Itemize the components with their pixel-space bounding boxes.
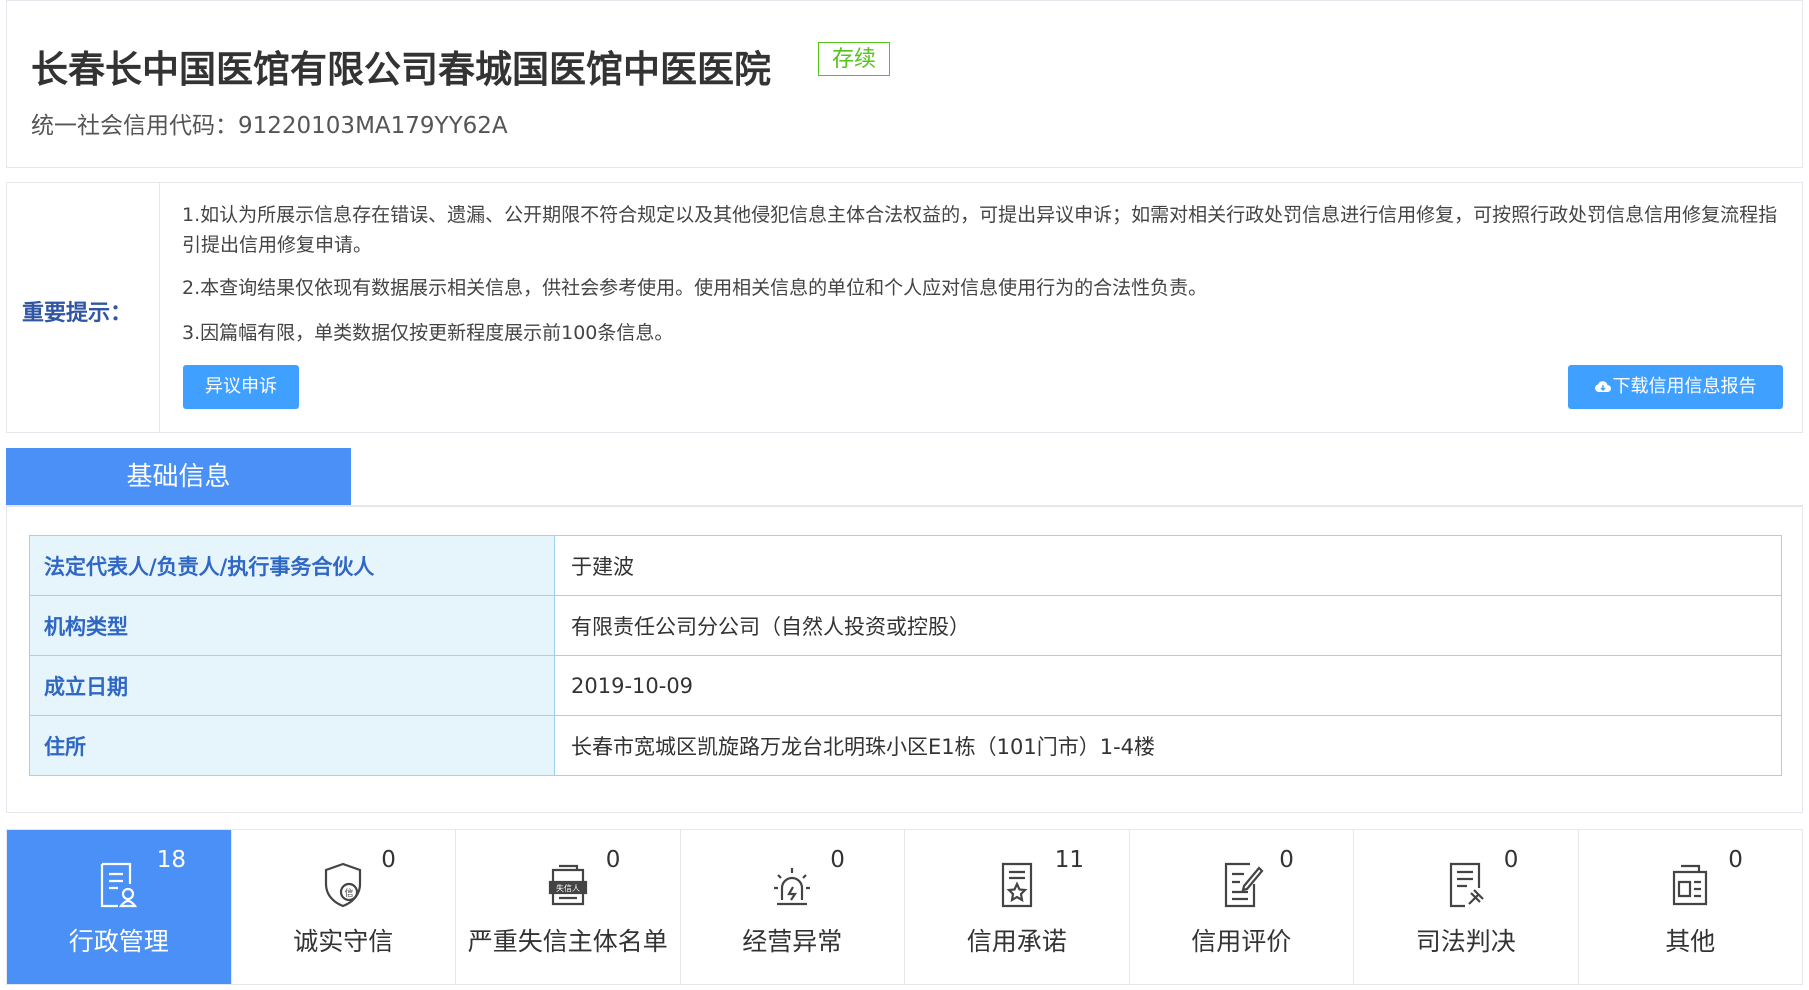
judgment-icon [1443, 860, 1489, 910]
company-header: 长春长中国医馆有限公司春城国医馆中医医院 存续 统一社会信用代码：9122010… [6, 0, 1803, 168]
notice-label-cell: 重要提示： [7, 183, 160, 432]
category-label: 严重失信主体名单 [467, 927, 668, 956]
blacklist-icon: 失信人 [545, 860, 591, 910]
notice-label: 重要提示： [22, 301, 133, 326]
basic-info-table: 法定代表人/负责人/执行事务合伙人 于建波 机构类型 有限责任公司分公司（自然人… [29, 535, 1782, 776]
category-count: 18 [156, 847, 187, 873]
category-count: 0 [381, 847, 396, 873]
info-value: 长春市宽城区凯旋路万龙台北明珠小区E1栋（101门市）1-4楼 [554, 715, 1782, 776]
category-label: 信用评价 [1191, 927, 1292, 956]
category-count: 0 [605, 847, 621, 873]
other-icon [1667, 860, 1713, 910]
alarm-icon [769, 860, 815, 910]
tab-admin-management[interactable]: 18 行政管理 [7, 830, 232, 984]
info-key: 法定代表人/负责人/执行事务合伙人 [29, 535, 555, 596]
category-count: 0 [1728, 847, 1743, 873]
download-report-label: 下载信用信息报告 [1612, 376, 1757, 397]
category-count: 11 [1054, 847, 1085, 873]
category-label: 信用承诺 [966, 927, 1067, 956]
status-badge: 存续 [818, 42, 891, 76]
category-label: 诚实守信 [293, 927, 394, 956]
info-key: 机构类型 [29, 595, 555, 656]
info-value: 2019-10-09 [554, 655, 1782, 716]
category-label: 行政管理 [68, 927, 169, 956]
tab-blacklist[interactable]: 失信人 0 严重失信主体名单 [456, 830, 681, 984]
category-count: 0 [830, 847, 845, 873]
download-report-button[interactable]: 下载信用信息报告 [1568, 365, 1783, 409]
notice-line-1: 1.如认为所展示信息存在错误、遗漏、公开期限不符合规定以及其他侵犯信息主体合法权… [182, 204, 1778, 256]
category-count: 0 [1279, 847, 1294, 873]
commitment-icon [994, 860, 1040, 910]
tab-operation-abnormal[interactable]: 0 经营异常 [681, 830, 905, 984]
tab-credit-evaluation[interactable]: 0 信用评价 [1130, 830, 1354, 984]
info-key: 成立日期 [29, 655, 555, 716]
credit-code: 统一社会信用代码：91220103MA179YY62A [31, 113, 508, 139]
admin-doc-icon [96, 860, 142, 910]
cloud-download-icon [1594, 366, 1611, 410]
info-value: 于建波 [554, 535, 1782, 596]
svg-text:信: 信 [345, 887, 354, 899]
tab-judicial-judgment[interactable]: 0 司法判决 [1354, 830, 1579, 984]
tab-other[interactable]: 0 其他 [1579, 830, 1803, 984]
info-value: 有限责任公司分公司（自然人投资或控股） [554, 595, 1782, 656]
table-row: 机构类型 有限责任公司分公司（自然人投资或控股） [29, 595, 1782, 656]
table-row: 住所 长春市宽城区凯旋路万龙台北明珠小区E1栋（101门市）1-4楼 [29, 715, 1782, 776]
company-name: 长春长中国医馆有限公司春城国医馆中医医院 [31, 48, 771, 91]
important-notice: 重要提示： 1.如认为所展示信息存在错误、遗漏、公开期限不符合规定以及其他侵犯信… [6, 182, 1803, 433]
category-label: 经营异常 [742, 927, 843, 956]
category-tabs: 18 行政管理 信 0 诚实守信 失信人 0 严重失信主体名单 0 经营异常 1… [6, 829, 1803, 985]
notice-line-3: 3.因篇幅有限，单类数据仅按更新程度展示前100条信息。 [182, 322, 674, 344]
category-count: 0 [1503, 847, 1519, 873]
info-key: 住所 [29, 715, 555, 776]
evaluation-icon [1218, 860, 1264, 910]
tab-basic-info[interactable]: 基础信息 [6, 448, 351, 506]
table-row: 法定代表人/负责人/执行事务合伙人 于建波 [29, 535, 1782, 596]
basic-info-panel: 法定代表人/负责人/执行事务合伙人 于建波 机构类型 有限责任公司分公司（自然人… [6, 507, 1803, 813]
shield-credit-icon: 信 [320, 860, 366, 910]
category-label: 其他 [1665, 927, 1716, 956]
table-row: 成立日期 2019-10-09 [29, 655, 1782, 716]
tab-credit-commitment[interactable]: 11 信用承诺 [905, 830, 1130, 984]
appeal-button[interactable]: 异议申诉 [183, 365, 299, 409]
svg-text:失信人: 失信人 [556, 883, 580, 893]
tab-honesty[interactable]: 信 0 诚实守信 [232, 830, 456, 984]
notice-line-2: 2.本查询结果仅依现有数据展示相关信息，供社会参考使用。使用相关信息的单位和个人… [182, 277, 1208, 299]
category-label: 司法判决 [1415, 927, 1516, 956]
